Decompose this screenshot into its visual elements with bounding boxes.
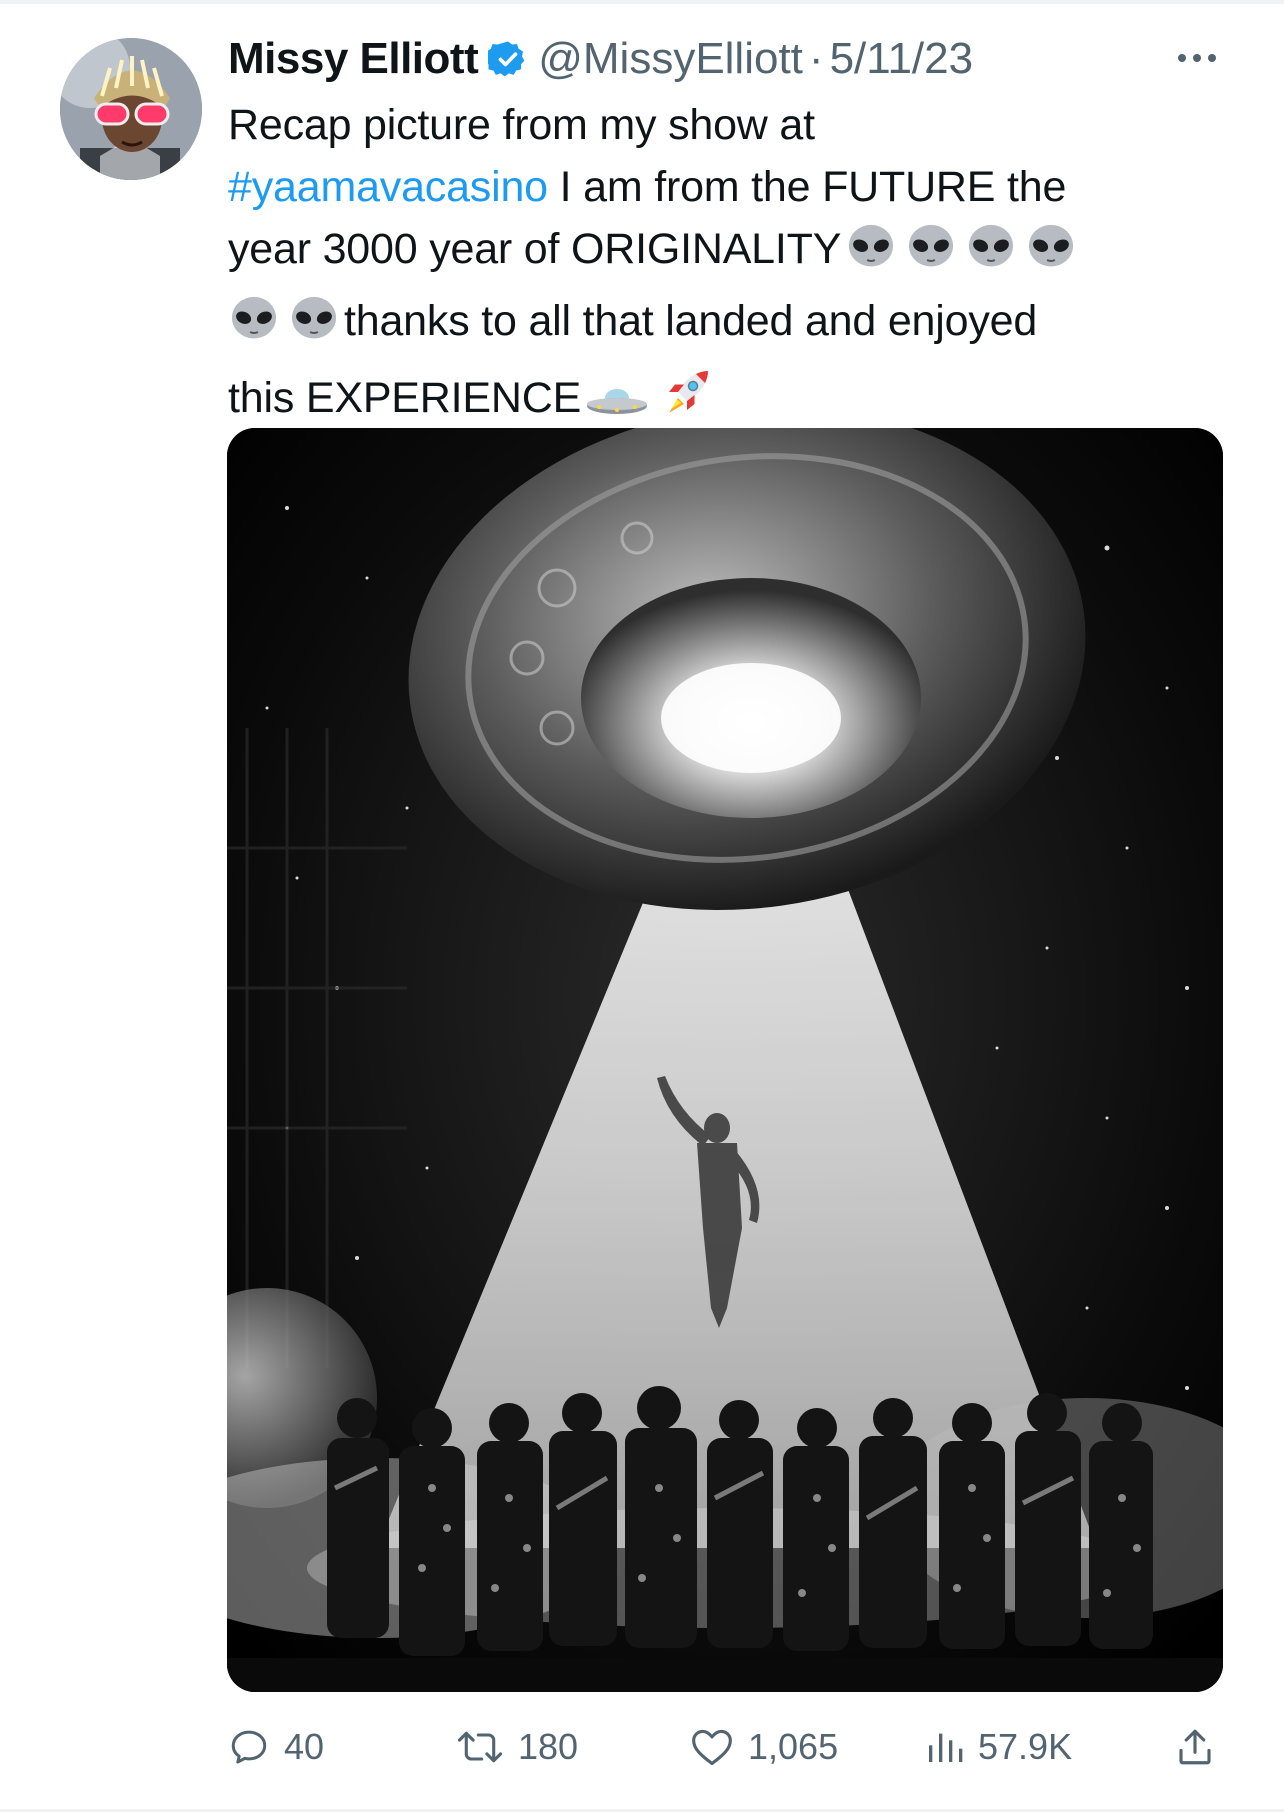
ufo-beam-photo: [227, 428, 1223, 1692]
tweet-line-2-text: I am from the FUTURE the: [547, 163, 1067, 211]
alien-emoji: [288, 293, 340, 362]
views-button[interactable]: 57.9K: [924, 1712, 1072, 1782]
tweet-line-1: Recap picture from my show at: [228, 101, 815, 149]
tweet-header: Missy Elliott @MissyElliott · 5/11/23: [228, 30, 973, 88]
alien-emoji: [965, 221, 1017, 290]
tweet-line-3: year 3000 year of ORIGINALITY: [228, 218, 1228, 290]
alien-emoji: [905, 221, 957, 290]
author-handle[interactable]: @MissyElliott: [538, 30, 803, 88]
alien-emoji: [845, 221, 897, 290]
tweet-line-5-text: this EXPERIENCE: [228, 374, 582, 422]
reply-icon: [231, 1730, 267, 1764]
tweet-line-4-text: thanks to all that landed and enjoyed: [344, 297, 1038, 345]
tweet-line-3-text: year 3000 year of ORIGINALITY: [228, 225, 842, 273]
hashtag-link[interactable]: #yaamavacasino: [228, 163, 548, 211]
heart-icon: [692, 1729, 732, 1766]
tweet-date[interactable]: 5/11/23: [830, 30, 974, 88]
verified-badge-icon: [488, 39, 528, 79]
author-name[interactable]: Missy Elliott: [228, 30, 479, 88]
reply-count: 40: [284, 1726, 325, 1767]
retweet-button[interactable]: 180: [456, 1712, 578, 1782]
like-button[interactable]: 1,065: [690, 1712, 838, 1782]
more-options-icon[interactable]: [1174, 46, 1220, 70]
retweet-count: 180: [518, 1726, 579, 1767]
alien-emoji: [228, 293, 280, 362]
views-count: 57.9K: [978, 1726, 1073, 1767]
views-chart-icon: [929, 1733, 963, 1762]
tweet-media-image[interactable]: [227, 428, 1223, 1692]
tweet-line-4: thanks to all that landed and enjoyed: [228, 290, 1228, 362]
separator-dot: ·: [808, 34, 824, 83]
tweet-line-2: #yaamavacasino I am from the FUTURE the: [228, 156, 1228, 218]
avatar-image: [60, 38, 202, 180]
avatar[interactable]: [60, 38, 202, 180]
like-count: 1,065: [748, 1726, 839, 1767]
reply-button[interactable]: 40: [228, 1712, 324, 1782]
retweet-icon: [457, 1731, 503, 1763]
alien-emoji: [1025, 221, 1077, 290]
tweet-actions-bar: 40 180 1,065 57.9K: [0, 1712, 1284, 1782]
top-divider: [0, 0, 1284, 4]
share-button[interactable]: [1174, 1712, 1230, 1782]
share-icon: [1179, 1729, 1211, 1765]
tweet-text: Recap picture from my show at #yaamavaca…: [228, 94, 1228, 439]
